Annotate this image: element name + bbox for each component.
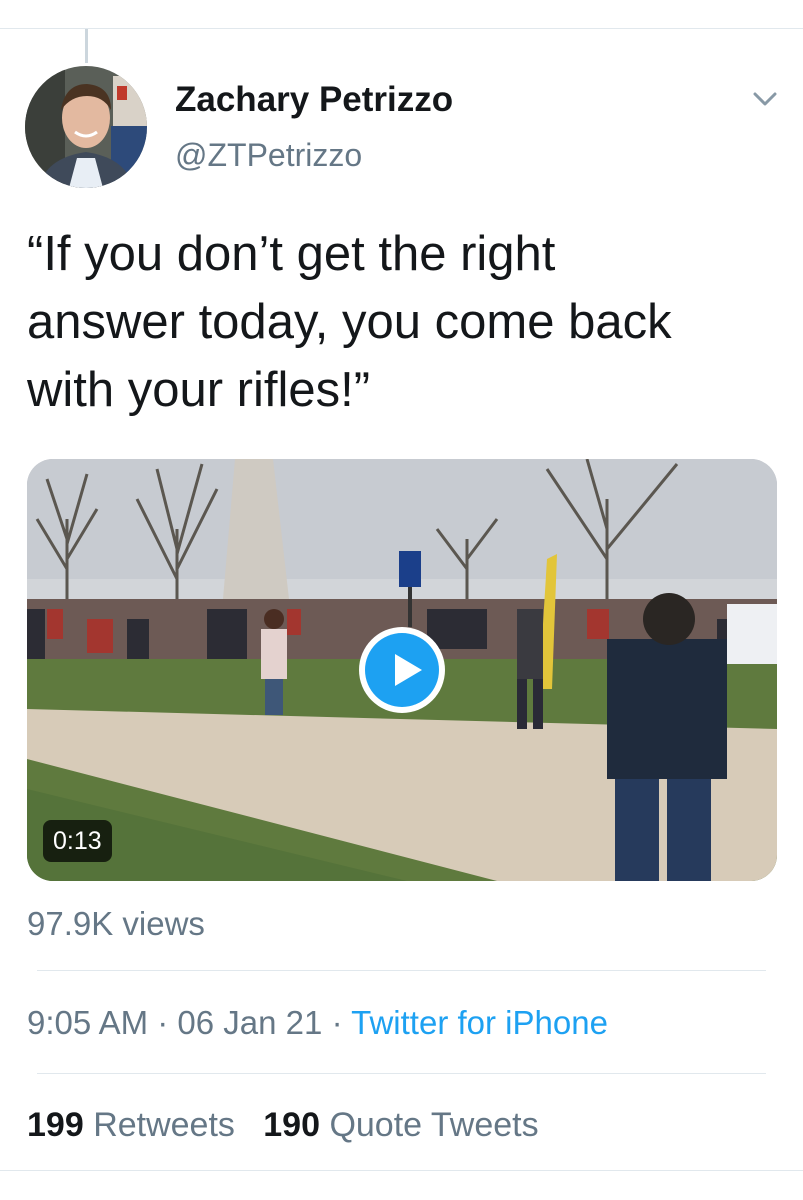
- tweet-metadata: 9:05 AM · 06 Jan 21 · Twitter for iPhone: [27, 1004, 608, 1042]
- top-divider: [0, 28, 803, 29]
- divider: [37, 1073, 766, 1074]
- view-count: 97.9K views: [27, 905, 205, 942]
- retweets-count: 199: [27, 1106, 84, 1144]
- retweets-stat[interactable]: 199 Retweets: [27, 1106, 235, 1144]
- tweet-source-link[interactable]: Twitter for iPhone: [351, 1004, 608, 1041]
- quote-tweets-stat[interactable]: 190 Quote Tweets: [263, 1106, 538, 1144]
- quote-tweets-label: Quote Tweets: [329, 1106, 539, 1144]
- retweets-label: Retweets: [93, 1106, 235, 1144]
- engagement-stats: 199 Retweets 190 Quote Tweets: [27, 1106, 539, 1145]
- bottom-divider: [0, 1170, 803, 1171]
- divider: [37, 970, 766, 971]
- meta-separator: ·: [331, 1004, 343, 1041]
- tweet-date[interactable]: 06 Jan 21: [177, 1004, 322, 1041]
- quote-tweets-count: 190: [263, 1106, 320, 1144]
- tweet-time[interactable]: 9:05 AM: [27, 1004, 148, 1041]
- play-button[interactable]: [359, 627, 445, 713]
- thread-connector-line: [85, 29, 88, 63]
- author-handle[interactable]: @ZTPetrizzo: [175, 137, 362, 174]
- video-duration-badge: 0:13: [43, 820, 112, 862]
- avatar[interactable]: [25, 66, 147, 188]
- chevron-down-icon[interactable]: [752, 88, 778, 110]
- meta-separator: ·: [157, 1004, 169, 1041]
- play-icon: [365, 633, 439, 707]
- tweet-text: “If you don’t get the right answer today…: [27, 227, 672, 417]
- author-name[interactable]: Zachary Petrizzo: [175, 80, 453, 120]
